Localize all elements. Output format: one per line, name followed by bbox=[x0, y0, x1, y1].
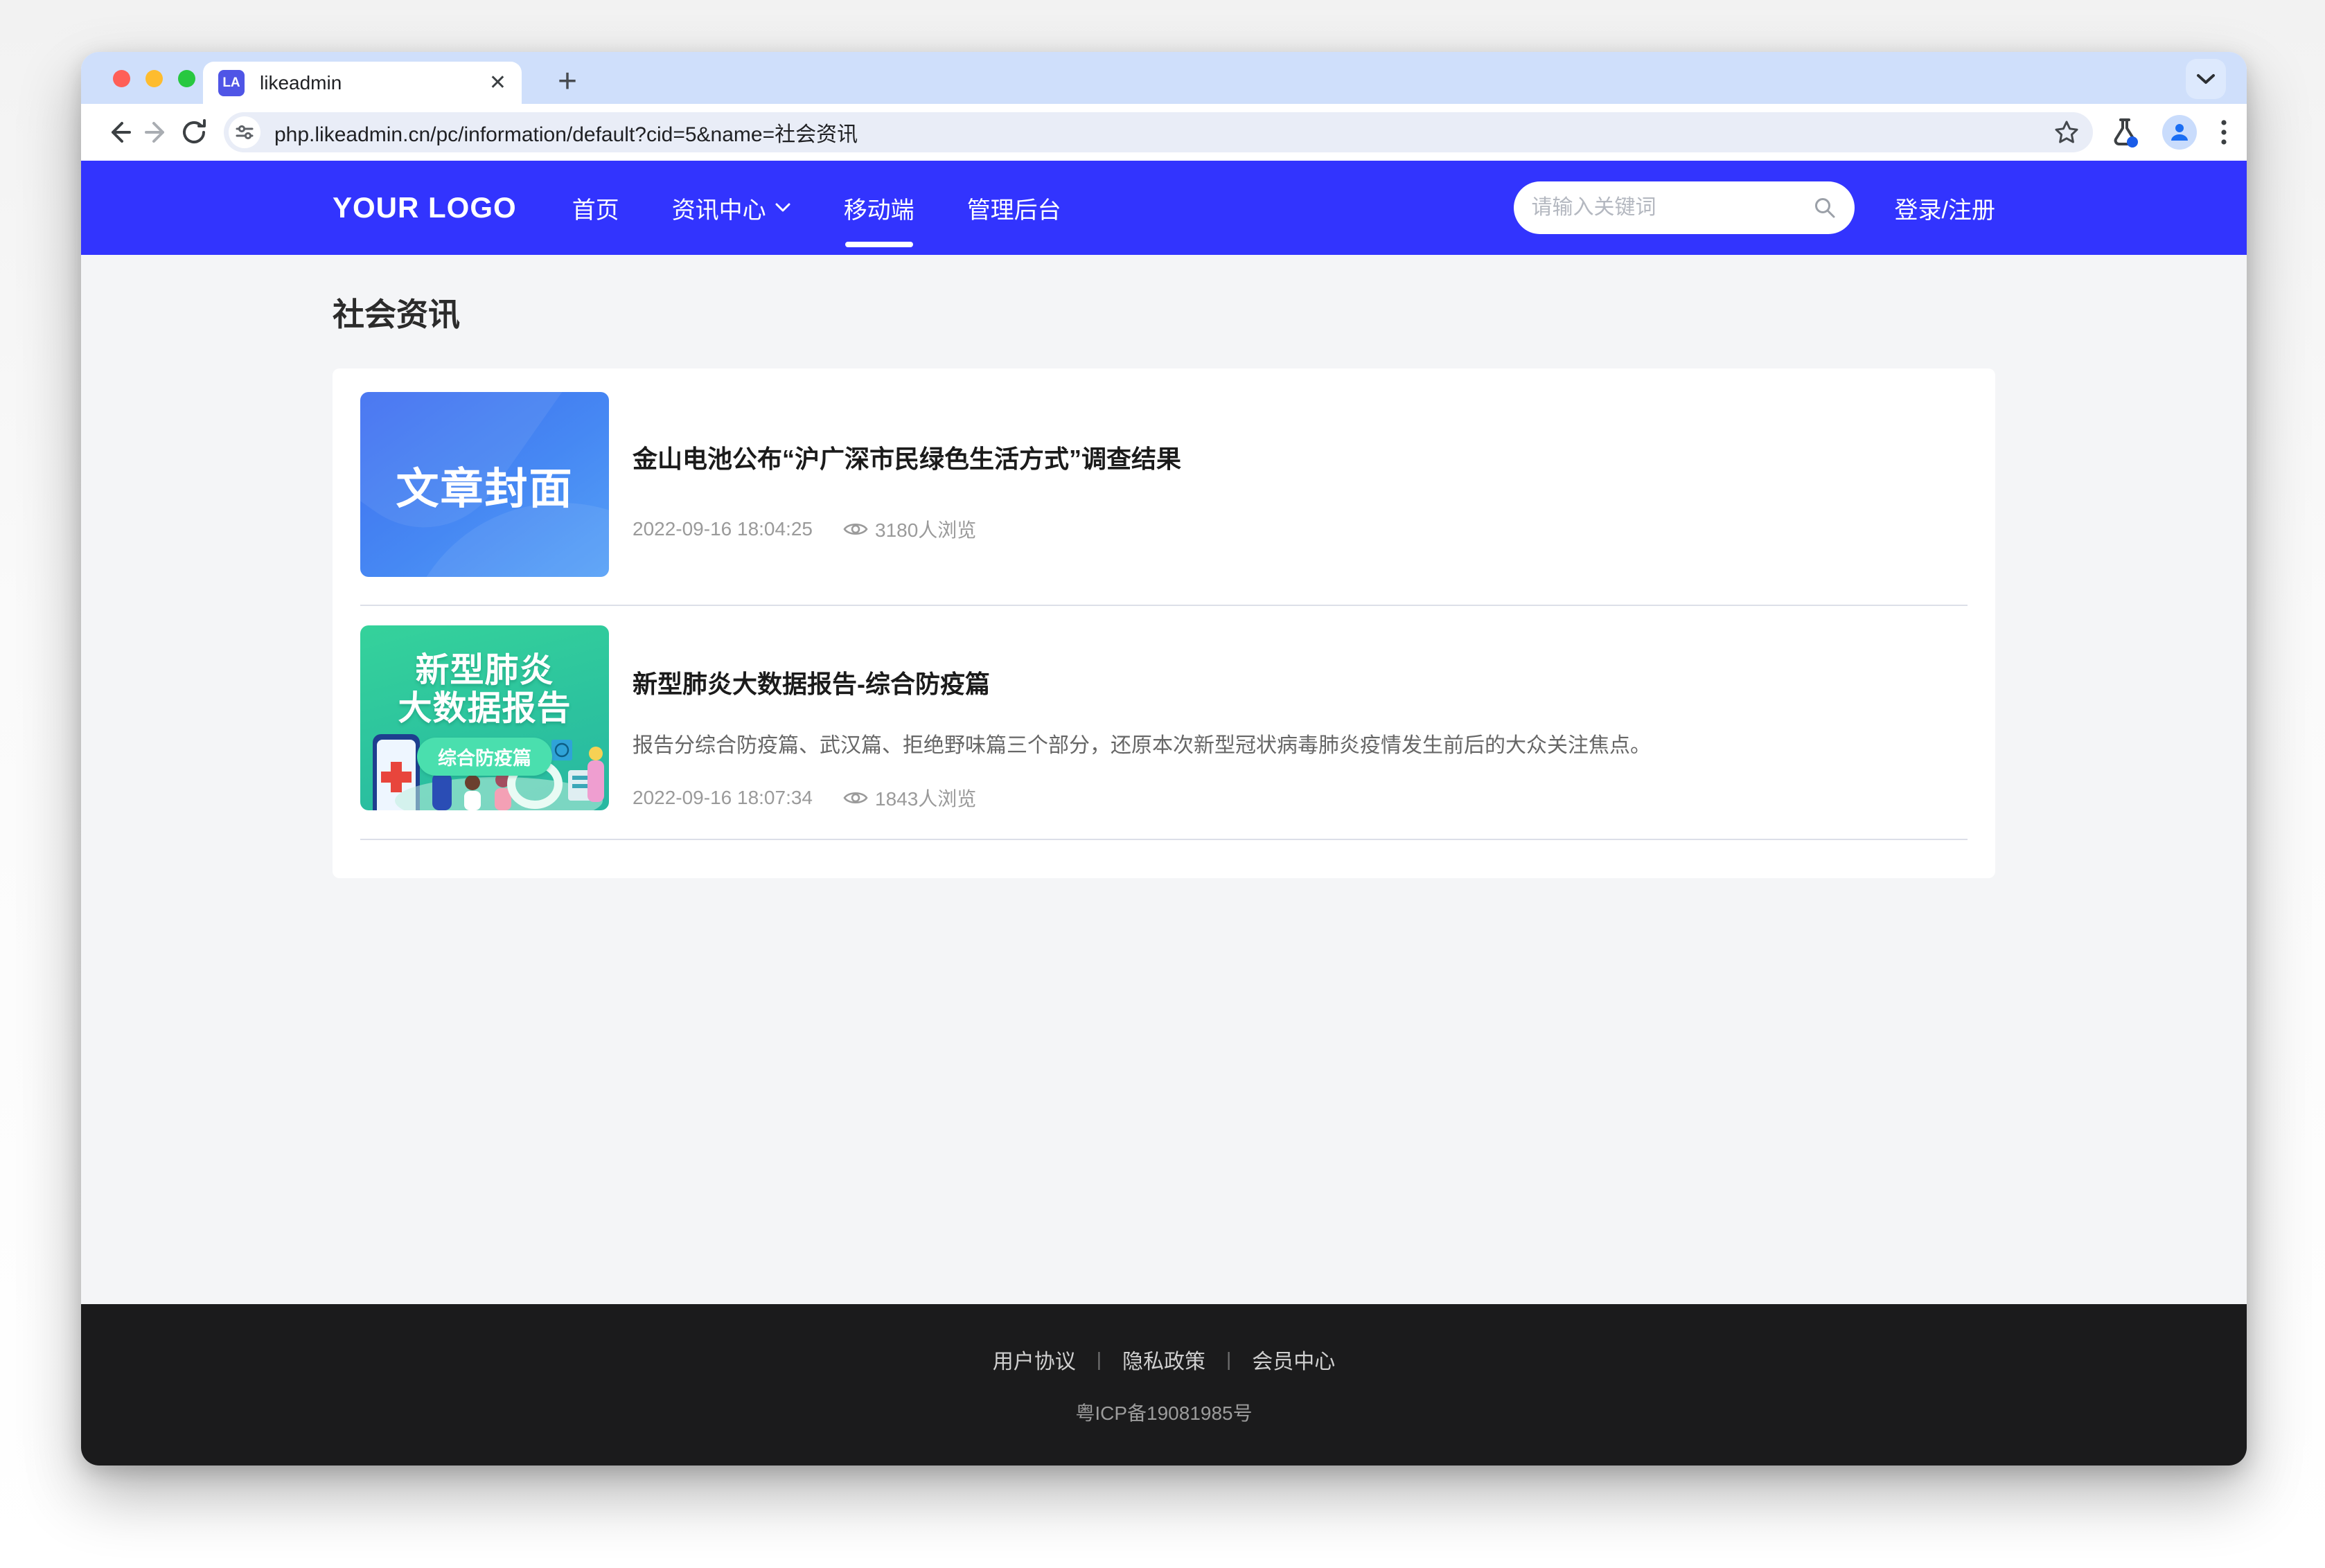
article-list-card: 文章封面 金山电池公布“沪广深市民绿色生活方式”调查结果 2022-09-16 … bbox=[333, 368, 1995, 878]
article-views: 3180人浏览 bbox=[843, 515, 976, 543]
search-input[interactable] bbox=[1532, 196, 1813, 220]
footer-separator: | bbox=[1226, 1348, 1231, 1371]
search-icon[interactable] bbox=[1813, 196, 1837, 220]
divider bbox=[360, 839, 1968, 840]
footer-link-member-center[interactable]: 会员中心 bbox=[1252, 1344, 1335, 1375]
site-logo[interactable]: YOUR LOGO bbox=[333, 191, 517, 224]
chevron-down-icon bbox=[775, 202, 791, 213]
back-button[interactable] bbox=[100, 114, 138, 151]
tab-favicon: LA bbox=[218, 70, 245, 96]
footer-link-user-agreement[interactable]: 用户协议 bbox=[993, 1344, 1076, 1375]
cover-text-line1: 新型肺炎 bbox=[415, 652, 554, 690]
page-title: 社会资讯 bbox=[333, 255, 1995, 335]
forward-icon bbox=[142, 118, 171, 147]
article-item[interactable]: 新型肺炎 大数据报告 综合防疫篇 bbox=[360, 625, 1968, 812]
footer-icp: 粤ICP备19081985号 bbox=[1075, 1398, 1252, 1426]
nav-item-home[interactable]: 首页 bbox=[572, 191, 619, 225]
article-description: 报告分综合防疫篇、武汉篇、拒绝野味篇三个部分，还原本次新型冠状病毒肺炎疫情发生前… bbox=[633, 732, 1968, 760]
tune-icon bbox=[235, 123, 254, 142]
profile-avatar[interactable] bbox=[2162, 115, 2197, 150]
tab-search-button[interactable] bbox=[2186, 59, 2226, 99]
forward-button[interactable] bbox=[138, 114, 175, 151]
tab-strip: LA likeadmin ✕ + bbox=[81, 52, 2247, 104]
nav-item-mobile[interactable]: 移动端 bbox=[844, 191, 914, 225]
article-date: 2022-09-16 18:07:34 bbox=[633, 787, 813, 809]
chevron-down-icon bbox=[2195, 72, 2216, 86]
article-cover-image[interactable]: 新型肺炎 大数据报告 综合防疫篇 bbox=[360, 625, 609, 810]
footer-separator: | bbox=[1097, 1348, 1102, 1371]
article-title[interactable]: 新型肺炎大数据报告-综合防疫篇 bbox=[633, 664, 1968, 700]
address-bar[interactable]: php.likeadmin.cn/pc/information/default?… bbox=[224, 112, 2093, 152]
toolbar-right-icons bbox=[2111, 115, 2227, 150]
url-text[interactable]: php.likeadmin.cn/pc/information/default?… bbox=[274, 117, 2053, 148]
article-item[interactable]: 文章封面 金山电池公布“沪广深市民绿色生活方式”调查结果 2022-09-16 … bbox=[360, 392, 1968, 577]
cover-badge: 综合防疫篇 bbox=[417, 738, 552, 776]
tab-close-icon[interactable]: ✕ bbox=[489, 73, 506, 93]
zoom-window-button[interactable] bbox=[178, 70, 195, 87]
footer-links: 用户协议 | 隐私政策 | 会员中心 bbox=[993, 1344, 1336, 1375]
flask-icon bbox=[2111, 117, 2139, 148]
footer-link-privacy-policy[interactable]: 隐私政策 bbox=[1122, 1344, 1205, 1375]
eye-icon bbox=[843, 789, 868, 807]
tab-title: likeadmin bbox=[260, 72, 481, 94]
back-icon bbox=[105, 118, 134, 147]
divider bbox=[360, 605, 1968, 606]
nav-item-admin[interactable]: 管理后台 bbox=[967, 191, 1061, 225]
nav-item-news-center[interactable]: 资讯中心 bbox=[672, 191, 791, 225]
close-window-button[interactable] bbox=[113, 70, 130, 87]
page-body: 社会资讯 文章封面 金山电池公布“沪广深市民绿色生活方式”调查结果 2022-0… bbox=[81, 255, 2247, 1304]
article-date: 2022-09-16 18:04:25 bbox=[633, 518, 813, 540]
minimize-window-button[interactable] bbox=[145, 70, 163, 87]
login-register-link[interactable]: 登录/注册 bbox=[1895, 191, 1995, 225]
reload-icon bbox=[179, 118, 209, 147]
kebab-menu-icon bbox=[2220, 119, 2227, 145]
article-meta: 2022-09-16 18:04:25 3180人浏览 bbox=[633, 515, 1968, 543]
main-nav: 首页 资讯中心 移动端 管理后台 bbox=[572, 191, 1061, 225]
site-footer: 用户协议 | 隐私政策 | 会员中心 粤ICP备19081985号 bbox=[81, 1304, 2247, 1465]
browser-window: LA likeadmin ✕ + bbox=[81, 52, 2247, 1465]
browser-toolbar: php.likeadmin.cn/pc/information/default?… bbox=[81, 104, 2247, 161]
article-views: 1843人浏览 bbox=[843, 784, 976, 812]
bookmark-star-icon[interactable] bbox=[2053, 118, 2080, 146]
article-cover-image[interactable]: 文章封面 bbox=[360, 392, 609, 577]
cover-text: 文章封面 bbox=[396, 454, 573, 516]
traffic-lights bbox=[113, 70, 195, 87]
browser-tab[interactable]: LA likeadmin ✕ bbox=[203, 62, 522, 104]
eye-icon bbox=[843, 520, 868, 538]
reload-button[interactable] bbox=[175, 114, 213, 151]
site-info-button[interactable] bbox=[229, 116, 260, 148]
site-header: YOUR LOGO 首页 资讯中心 移动端 管理后台 bbox=[81, 161, 2247, 255]
browser-menu-button[interactable] bbox=[2220, 119, 2227, 145]
cover-text-line2: 大数据报告 bbox=[398, 690, 571, 728]
site-search[interactable] bbox=[1514, 181, 1855, 234]
article-meta: 2022-09-16 18:07:34 1843人浏览 bbox=[633, 784, 1968, 812]
person-icon bbox=[2168, 121, 2191, 143]
new-tab-button[interactable]: + bbox=[547, 60, 588, 102]
experiments-button[interactable] bbox=[2111, 117, 2139, 148]
article-title[interactable]: 金山电池公布“沪广深市民绿色生活方式”调查结果 bbox=[633, 439, 1968, 475]
